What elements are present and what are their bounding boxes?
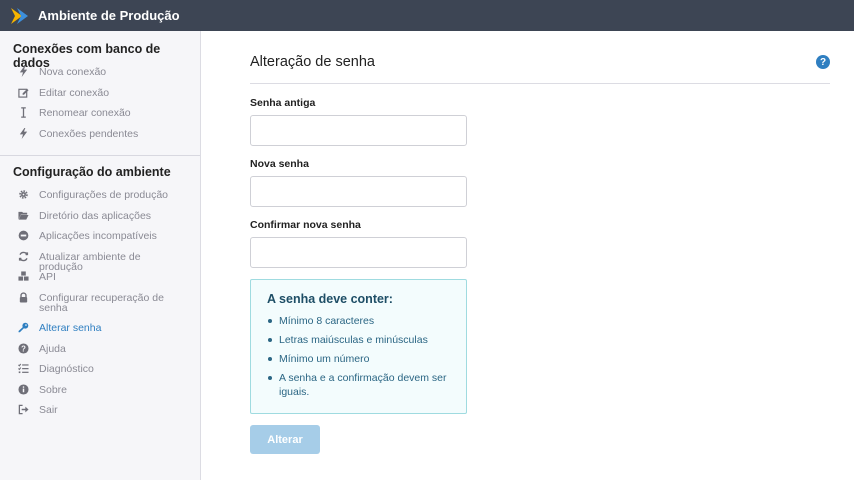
sidebar-item-label: Conexões pendentes [39, 128, 139, 140]
sidebar-item-label: Configurar recuperação de senha [39, 292, 164, 314]
sidebar-item-label: Sair [39, 404, 58, 416]
sidebar-item-conexoes-pendentes[interactable]: Conexões pendentes [0, 127, 200, 140]
sidebar-item-aplicacoes-incompativeis[interactable]: Aplicações incompatíveis [0, 229, 200, 242]
old-password-input[interactable] [250, 115, 467, 146]
sidebar-item-label: Diretório das aplicações [39, 210, 152, 222]
sidebar-item-label: Atualizar ambiente de produção [39, 251, 141, 273]
sidebar-item-label: API [39, 271, 56, 283]
sidebar-item-label: Ajuda [39, 343, 66, 355]
requirements-title: A senha deve conter: [267, 292, 393, 306]
requirements-list: Mínimo 8 caracteres Letras maiúsculas e … [267, 314, 457, 404]
sidebar-item-nova-conexao[interactable]: Nova conexão [0, 65, 200, 78]
sidebar-item-ajuda[interactable]: ? Ajuda [0, 342, 200, 355]
title-divider [250, 83, 830, 84]
list-check-icon [17, 362, 30, 375]
sidebar-item-editar-conexao[interactable]: Editar conexão [0, 86, 200, 99]
sidebar-item-configuracoes-producao[interactable]: Configurações de produção [0, 188, 200, 201]
bolt-icon [17, 65, 30, 78]
sidebar-item-api[interactable]: API [0, 270, 200, 283]
lock-icon [17, 291, 30, 304]
ban-icon [17, 229, 30, 242]
confirm-password-input[interactable] [250, 237, 467, 268]
sidebar-item-label: Alterar senha [39, 322, 102, 334]
sidebar-item-label: Configurações de produção [39, 189, 169, 201]
sidebar-item-diagnostico[interactable]: Diagnóstico [0, 362, 200, 375]
refresh-icon [17, 250, 30, 263]
sidebar-item-label: Aplicações incompatíveis [39, 230, 157, 242]
alterar-button[interactable]: Alterar [250, 425, 320, 454]
requirement-item: A senha e a confirmação devem ser iguais… [267, 371, 457, 399]
gear-icon [17, 188, 30, 201]
text-cursor-icon [17, 106, 30, 119]
question-circle-icon: ? [17, 342, 30, 355]
sidebar-item-configurar-recuperacao[interactable]: Configurar recuperação de senha [0, 291, 200, 313]
sidebar-item-renomear-conexao[interactable]: Renomear conexão [0, 106, 200, 119]
requirement-item: Mínimo 8 caracteres [267, 314, 457, 328]
sidebar-section-title-environment: Configuração do ambiente [13, 165, 171, 179]
page-title: Alteração de senha [250, 54, 375, 70]
sidebar-item-sair[interactable]: Sair [0, 403, 200, 416]
new-password-label: Nova senha [250, 158, 309, 170]
sidebar-item-atualizar-ambiente[interactable]: Atualizar ambiente de produção [0, 250, 200, 272]
sidebar-item-label: Diagnóstico [39, 363, 94, 375]
cubes-icon [17, 270, 30, 283]
app-title: Ambiente de Produção [38, 8, 180, 23]
sidebar-item-sobre[interactable]: Sobre [0, 383, 200, 396]
sidebar-item-label: Editar conexão [39, 87, 110, 99]
bolt-icon [17, 127, 30, 140]
sidebar-item-label: Renomear conexão [39, 107, 131, 119]
info-circle-icon [17, 383, 30, 396]
sidebar-item-label: Sobre [39, 384, 68, 396]
requirement-item: Mínimo um número [267, 352, 457, 366]
edit-icon [17, 86, 30, 99]
old-password-label: Senha antiga [250, 97, 316, 109]
question-circle-icon[interactable]: ? [816, 55, 830, 69]
requirement-item: Letras maiúsculas e minúsculas [267, 333, 457, 347]
sidebar-divider [0, 155, 200, 156]
sidebar-item-diretorio-aplicacoes[interactable]: Diretório das aplicações [0, 209, 200, 222]
password-requirements-box: A senha deve conter: Mínimo 8 caracteres… [250, 279, 467, 414]
sidebar-item-alterar-senha[interactable]: Alterar senha [0, 321, 200, 334]
app-logo-icon [11, 7, 28, 24]
new-password-input[interactable] [250, 176, 467, 207]
sidebar-item-label: Nova conexão [39, 66, 107, 78]
confirm-password-label: Confirmar nova senha [250, 219, 361, 231]
sidebar: Conexões com banco de dados Nova conexão… [0, 31, 201, 480]
key-icon [17, 321, 30, 334]
folder-open-icon [17, 209, 30, 222]
sign-out-icon [17, 403, 30, 416]
top-bar: Ambiente de Produção [0, 0, 854, 31]
svg-text:?: ? [21, 344, 26, 353]
